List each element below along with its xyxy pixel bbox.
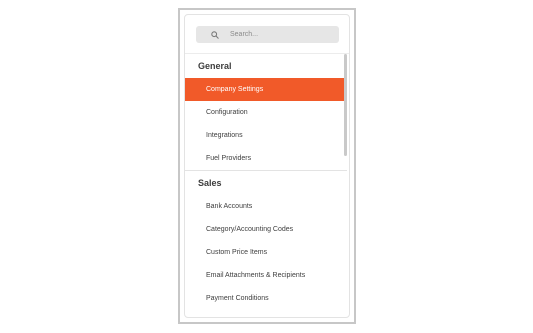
settings-menu-list: General Company Settings Configuration I… (185, 54, 347, 310)
menu-item-integrations[interactable]: Integrations (185, 124, 347, 147)
menu-item-email-attachments-recipients[interactable]: Email Attachments & Recipients (185, 264, 347, 287)
search-area: Search... (185, 15, 349, 54)
menu-item-payment-conditions[interactable]: Payment Conditions (185, 287, 347, 310)
menu-item-custom-price-items[interactable]: Custom Price Items (185, 241, 347, 264)
menu-item-bank-accounts[interactable]: Bank Accounts (185, 195, 347, 218)
menu-item-configuration[interactable]: Configuration (185, 101, 347, 124)
section-title-general: General (198, 61, 232, 71)
settings-menu-panel: Search... General Company Settings Confi… (184, 14, 350, 318)
menu-item-company-settings[interactable]: Company Settings (185, 78, 347, 101)
menu-item-category-accounting-codes[interactable]: Category/Accounting Codes (185, 218, 347, 241)
search-placeholder: Search... (230, 31, 259, 38)
scrollbar-thumb[interactable] (344, 54, 347, 156)
menu-item-fuel-providers[interactable]: Fuel Providers (185, 147, 347, 170)
search-input[interactable]: Search... (196, 26, 339, 43)
search-icon (210, 30, 220, 40)
section-title-sales: Sales (198, 178, 222, 188)
